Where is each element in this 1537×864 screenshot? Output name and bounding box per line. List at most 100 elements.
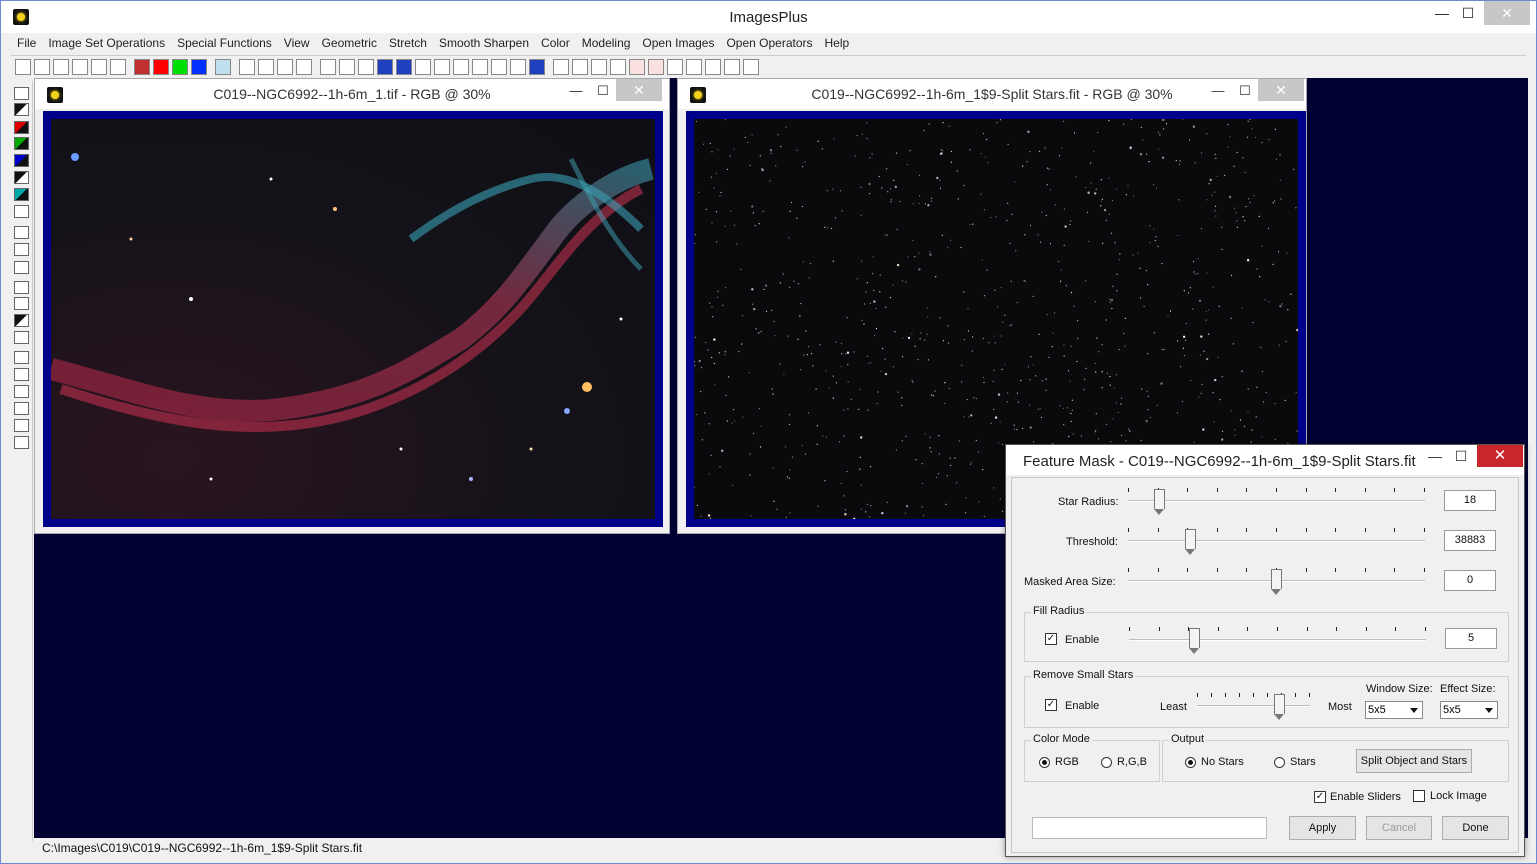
rotate-right-icon[interactable] — [14, 419, 29, 432]
minimize-button[interactable]: — — [562, 81, 590, 101]
table-icon[interactable] — [529, 58, 545, 75]
black-icon[interactable] — [14, 103, 29, 116]
open-icon[interactable] — [34, 58, 50, 75]
half-black-icon[interactable] — [14, 314, 29, 327]
pencil-icon[interactable] — [510, 58, 526, 75]
redo-icon[interactable] — [258, 58, 274, 75]
nebula-image[interactable] — [51, 119, 655, 519]
stars-radio[interactable] — [1274, 757, 1285, 768]
split-object-stars-button[interactable]: Split Object and Stars — [1356, 749, 1472, 773]
arrow-right-icon[interactable] — [14, 385, 29, 398]
blue-black-icon[interactable] — [14, 154, 29, 167]
flip-icon[interactable] — [14, 436, 29, 449]
red-black-icon[interactable] — [14, 121, 29, 134]
slider-thumb[interactable] — [1154, 489, 1165, 515]
new-icon[interactable] — [15, 58, 31, 75]
masked-area-value[interactable]: 0 — [1444, 570, 1496, 591]
close-button[interactable]: ✕ — [616, 79, 662, 101]
maximize-button[interactable]: ☐ — [589, 81, 617, 101]
enable-sliders-checkbox[interactable]: ✓ — [1314, 791, 1326, 803]
select-icon[interactable] — [14, 331, 29, 344]
crosshair-icon[interactable] — [434, 58, 450, 75]
cancel-button[interactable]: Cancel — [1366, 816, 1432, 840]
undo-all-icon[interactable] — [277, 58, 293, 75]
close-all-icon[interactable] — [91, 58, 107, 75]
crosshair-2-icon[interactable] — [453, 58, 469, 75]
histogram-icon[interactable] — [396, 58, 412, 75]
frame-2-icon[interactable] — [686, 58, 702, 75]
minus-box-icon[interactable] — [648, 58, 664, 75]
green-channel-icon[interactable] — [172, 58, 188, 75]
curve-icon[interactable] — [415, 58, 431, 75]
menu-color[interactable]: Color — [535, 36, 576, 50]
arrow-up-icon[interactable] — [14, 368, 29, 381]
masked-area-slider[interactable] — [1128, 568, 1425, 595]
threshold-slider[interactable] — [1128, 528, 1425, 555]
move-icon[interactable] — [14, 351, 29, 364]
minimize-button[interactable]: — — [1421, 445, 1449, 469]
maximize-button[interactable]: ☐ — [1231, 81, 1259, 101]
close-button[interactable]: ✕ — [1258, 79, 1304, 101]
close-icon[interactable] — [72, 58, 88, 75]
slider-thumb[interactable] — [1189, 628, 1200, 654]
r-g-b-radio[interactable] — [1101, 757, 1112, 768]
menu-smooth-sharpen[interactable]: Smooth Sharpen — [433, 36, 535, 50]
image-window-original[interactable]: C019--NGC6992--1h-6m_1.tif - RGB @ 30% —… — [34, 78, 670, 534]
green-black-icon[interactable] — [14, 137, 29, 150]
rotate-icon[interactable] — [14, 226, 29, 239]
window-size-select[interactable]: 5x5 — [1365, 701, 1423, 719]
menu-open-operators[interactable]: Open Operators — [720, 36, 818, 50]
rotate-left-icon[interactable] — [14, 402, 29, 415]
dots-icon[interactable] — [358, 58, 374, 75]
minimize-button[interactable]: — — [1204, 81, 1232, 101]
apply-button[interactable]: Apply — [1289, 816, 1356, 840]
star-radius-value[interactable]: 18 — [1444, 490, 1496, 511]
star-radius-slider[interactable] — [1128, 488, 1425, 515]
menu-view[interactable]: View — [278, 36, 316, 50]
no-stars-radio[interactable] — [1185, 757, 1196, 768]
gradient-icon[interactable] — [14, 243, 29, 256]
save-icon[interactable] — [53, 58, 69, 75]
menu-open-images[interactable]: Open Images — [636, 36, 720, 50]
remove-small-enable-checkbox[interactable]: ✓ — [1045, 699, 1057, 711]
effect-size-select[interactable]: 5x5 — [1440, 701, 1498, 719]
save-icon[interactable] — [14, 87, 29, 100]
remove-small-slider[interactable] — [1197, 693, 1310, 720]
maximize-button[interactable]: ☐ — [1453, 1, 1483, 25]
cyan-black-icon[interactable] — [14, 188, 29, 201]
contrast-icon[interactable] — [14, 205, 29, 218]
zoom-reset-icon[interactable] — [610, 58, 626, 75]
slider-thumb[interactable] — [1271, 569, 1282, 595]
lock-image-checkbox[interactable] — [1413, 790, 1425, 802]
blue-channel-icon[interactable] — [191, 58, 207, 75]
circle-fill-icon[interactable] — [339, 58, 355, 75]
grid-2-icon[interactable] — [472, 58, 488, 75]
slider-thumb[interactable] — [1274, 694, 1285, 720]
menu-special-functions[interactable]: Special Functions — [171, 36, 278, 50]
frame-3-icon[interactable] — [705, 58, 721, 75]
plus-box-icon[interactable] — [629, 58, 645, 75]
circle-icon[interactable] — [320, 58, 336, 75]
menu-geometric[interactable]: Geometric — [316, 36, 383, 50]
menu-stretch[interactable]: Stretch — [383, 36, 433, 50]
zoom-in-icon[interactable] — [553, 58, 569, 75]
gallery-icon[interactable] — [491, 58, 507, 75]
menu-file[interactable]: File — [11, 36, 42, 50]
levels-icon[interactable] — [377, 58, 393, 75]
rgb-channels-icon[interactable] — [134, 58, 150, 75]
threshold-value[interactable]: 38883 — [1444, 530, 1496, 551]
black-white-icon[interactable] — [14, 171, 29, 184]
frame-5-icon[interactable] — [743, 58, 759, 75]
bars-icon[interactable] — [14, 297, 29, 310]
undo-icon[interactable] — [239, 58, 255, 75]
menu-image-set-operations[interactable]: Image Set Operations — [42, 36, 171, 50]
zoom-fit-icon[interactable] — [591, 58, 607, 75]
frame-4-icon[interactable] — [724, 58, 740, 75]
copy-icon[interactable] — [110, 58, 126, 75]
fill-radius-enable-checkbox[interactable]: ✓ — [1045, 633, 1057, 645]
crosshair-icon[interactable] — [14, 261, 29, 274]
redo-all-icon[interactable] — [296, 58, 312, 75]
frame-icon[interactable] — [667, 58, 683, 75]
close-button[interactable]: ✕ — [1484, 1, 1530, 25]
maximize-button[interactable]: ☐ — [1447, 445, 1475, 469]
